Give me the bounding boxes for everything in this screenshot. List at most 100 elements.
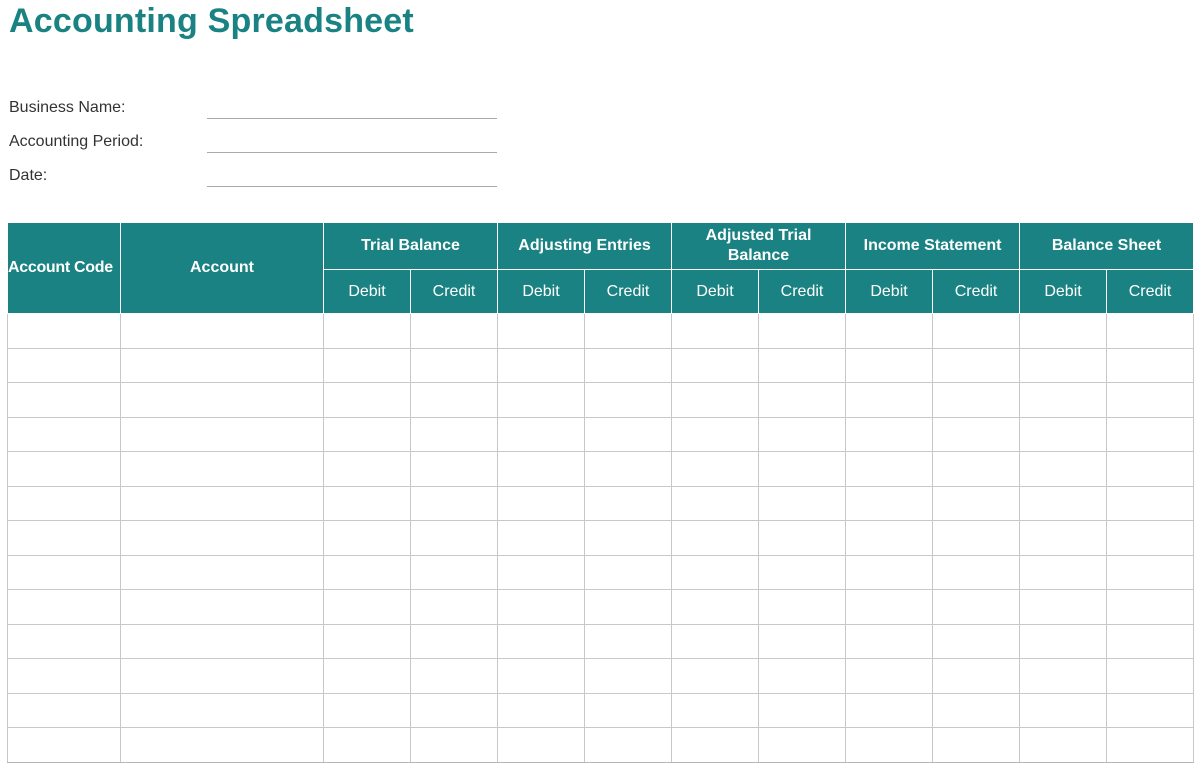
debit-cell[interactable] bbox=[845, 554, 934, 590]
account-code-cell[interactable] bbox=[7, 658, 121, 694]
debit-cell[interactable] bbox=[845, 347, 934, 383]
credit-cell[interactable] bbox=[932, 727, 1021, 763]
credit-cell[interactable] bbox=[932, 658, 1021, 694]
credit-cell[interactable] bbox=[410, 658, 498, 694]
account-code-cell[interactable] bbox=[7, 416, 121, 452]
account-code-cell[interactable] bbox=[7, 347, 121, 383]
account-cell[interactable] bbox=[120, 382, 324, 418]
credit-cell[interactable] bbox=[932, 485, 1021, 521]
credit-cell[interactable] bbox=[1106, 623, 1195, 659]
account-cell[interactable] bbox=[120, 485, 324, 521]
credit-cell[interactable] bbox=[583, 554, 673, 590]
debit-cell[interactable] bbox=[497, 416, 585, 452]
credit-cell[interactable] bbox=[1106, 520, 1195, 556]
credit-cell[interactable] bbox=[1106, 692, 1195, 728]
debit-cell[interactable] bbox=[671, 416, 760, 452]
debit-cell[interactable] bbox=[1019, 485, 1108, 521]
credit-cell[interactable] bbox=[410, 382, 498, 418]
credit-cell[interactable] bbox=[583, 727, 673, 763]
credit-cell[interactable] bbox=[410, 451, 498, 487]
debit-cell[interactable] bbox=[671, 589, 760, 625]
debit-cell[interactable] bbox=[671, 692, 760, 728]
debit-cell[interactable] bbox=[497, 727, 585, 763]
debit-cell[interactable] bbox=[1019, 416, 1108, 452]
credit-cell[interactable] bbox=[583, 658, 673, 694]
debit-cell[interactable] bbox=[1019, 520, 1108, 556]
credit-cell[interactable] bbox=[410, 692, 498, 728]
account-cell[interactable] bbox=[120, 416, 324, 452]
credit-cell[interactable] bbox=[1106, 658, 1195, 694]
debit-cell[interactable] bbox=[323, 451, 411, 487]
account-code-cell[interactable] bbox=[7, 313, 121, 349]
credit-cell[interactable] bbox=[583, 313, 673, 349]
credit-cell[interactable] bbox=[758, 451, 847, 487]
accounting-period-field[interactable] bbox=[207, 152, 497, 153]
credit-cell[interactable] bbox=[758, 554, 847, 590]
debit-cell[interactable] bbox=[497, 485, 585, 521]
account-cell[interactable] bbox=[120, 727, 324, 763]
debit-cell[interactable] bbox=[845, 692, 934, 728]
credit-cell[interactable] bbox=[758, 416, 847, 452]
debit-cell[interactable] bbox=[1019, 451, 1108, 487]
credit-cell[interactable] bbox=[932, 382, 1021, 418]
debit-cell[interactable] bbox=[845, 313, 934, 349]
account-cell[interactable] bbox=[120, 623, 324, 659]
account-code-cell[interactable] bbox=[7, 727, 121, 763]
credit-cell[interactable] bbox=[758, 623, 847, 659]
credit-cell[interactable] bbox=[583, 589, 673, 625]
debit-cell[interactable] bbox=[497, 451, 585, 487]
debit-cell[interactable] bbox=[671, 623, 760, 659]
debit-cell[interactable] bbox=[1019, 313, 1108, 349]
credit-cell[interactable] bbox=[1106, 727, 1195, 763]
debit-cell[interactable] bbox=[845, 485, 934, 521]
account-cell[interactable] bbox=[120, 554, 324, 590]
credit-cell[interactable] bbox=[758, 485, 847, 521]
debit-cell[interactable] bbox=[845, 520, 934, 556]
account-cell[interactable] bbox=[120, 451, 324, 487]
debit-cell[interactable] bbox=[323, 485, 411, 521]
credit-cell[interactable] bbox=[758, 589, 847, 625]
credit-cell[interactable] bbox=[583, 347, 673, 383]
debit-cell[interactable] bbox=[845, 589, 934, 625]
debit-cell[interactable] bbox=[671, 347, 760, 383]
debit-cell[interactable] bbox=[1019, 623, 1108, 659]
account-code-cell[interactable] bbox=[7, 589, 121, 625]
debit-cell[interactable] bbox=[671, 382, 760, 418]
credit-cell[interactable] bbox=[410, 520, 498, 556]
credit-cell[interactable] bbox=[758, 347, 847, 383]
debit-cell[interactable] bbox=[323, 623, 411, 659]
debit-cell[interactable] bbox=[497, 554, 585, 590]
debit-cell[interactable] bbox=[845, 382, 934, 418]
debit-cell[interactable] bbox=[671, 658, 760, 694]
credit-cell[interactable] bbox=[410, 416, 498, 452]
debit-cell[interactable] bbox=[1019, 692, 1108, 728]
credit-cell[interactable] bbox=[932, 451, 1021, 487]
credit-cell[interactable] bbox=[583, 485, 673, 521]
debit-cell[interactable] bbox=[1019, 382, 1108, 418]
credit-cell[interactable] bbox=[758, 727, 847, 763]
debit-cell[interactable] bbox=[1019, 554, 1108, 590]
debit-cell[interactable] bbox=[497, 658, 585, 694]
debit-cell[interactable] bbox=[671, 727, 760, 763]
credit-cell[interactable] bbox=[932, 589, 1021, 625]
credit-cell[interactable] bbox=[1106, 485, 1195, 521]
debit-cell[interactable] bbox=[845, 658, 934, 694]
credit-cell[interactable] bbox=[1106, 554, 1195, 590]
debit-cell[interactable] bbox=[845, 451, 934, 487]
account-cell[interactable] bbox=[120, 692, 324, 728]
debit-cell[interactable] bbox=[671, 554, 760, 590]
debit-cell[interactable] bbox=[323, 347, 411, 383]
debit-cell[interactable] bbox=[671, 520, 760, 556]
debit-cell[interactable] bbox=[671, 451, 760, 487]
debit-cell[interactable] bbox=[671, 485, 760, 521]
credit-cell[interactable] bbox=[583, 520, 673, 556]
debit-cell[interactable] bbox=[497, 692, 585, 728]
credit-cell[interactable] bbox=[410, 347, 498, 383]
debit-cell[interactable] bbox=[497, 382, 585, 418]
credit-cell[interactable] bbox=[758, 520, 847, 556]
debit-cell[interactable] bbox=[497, 623, 585, 659]
debit-cell[interactable] bbox=[845, 727, 934, 763]
account-code-cell[interactable] bbox=[7, 554, 121, 590]
debit-cell[interactable] bbox=[323, 520, 411, 556]
credit-cell[interactable] bbox=[932, 347, 1021, 383]
